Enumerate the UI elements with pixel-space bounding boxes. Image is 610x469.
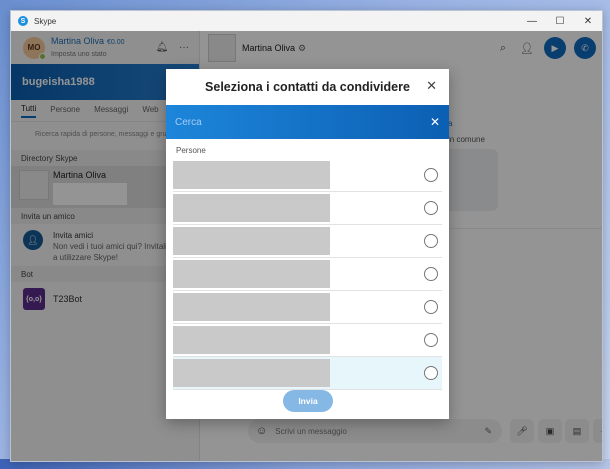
contact-search-bar: ✕ [166,105,449,139]
contact-row[interactable] [173,291,442,324]
select-radio[interactable] [424,201,438,215]
select-radio[interactable] [424,267,438,281]
close-window-button[interactable]: ✕ [574,11,602,31]
redacted-contact [173,227,330,255]
title-bar: S Skype — ☐ ✕ [11,11,602,31]
minimize-button[interactable]: — [518,11,546,31]
select-radio[interactable] [424,168,438,182]
contact-row[interactable] [173,159,442,192]
send-button[interactable]: Invia [283,390,333,412]
redacted-contact [173,161,330,189]
contact-list [173,159,442,390]
select-radio[interactable] [424,366,438,380]
window-title: Skype [34,16,57,26]
select-radio[interactable] [424,300,438,314]
select-radio[interactable] [424,234,438,248]
contact-row[interactable] [173,258,442,291]
select-radio[interactable] [424,333,438,347]
share-contacts-dialog: Seleziona i contatti da condividere ✕ ✕ … [166,69,449,419]
redacted-contact [173,260,330,288]
close-icon[interactable]: ✕ [426,78,437,94]
contact-row[interactable] [173,192,442,225]
dialog-header: Seleziona i contatti da condividere ✕ [166,69,449,105]
search-input[interactable] [175,116,421,128]
redacted-contact [173,194,330,222]
people-section-label: Persone [176,146,206,155]
maximize-button[interactable]: ☐ [546,11,574,31]
contact-row[interactable] [173,225,442,258]
skype-logo-icon: S [18,16,28,26]
dialog-title: Seleziona i contatti da condividere [205,80,410,94]
contact-row[interactable] [173,324,442,357]
redacted-contact [173,326,330,354]
contact-row[interactable] [173,357,442,390]
clear-search-icon[interactable]: ✕ [421,115,449,129]
redacted-contact [173,293,330,321]
redacted-contact [173,359,330,387]
